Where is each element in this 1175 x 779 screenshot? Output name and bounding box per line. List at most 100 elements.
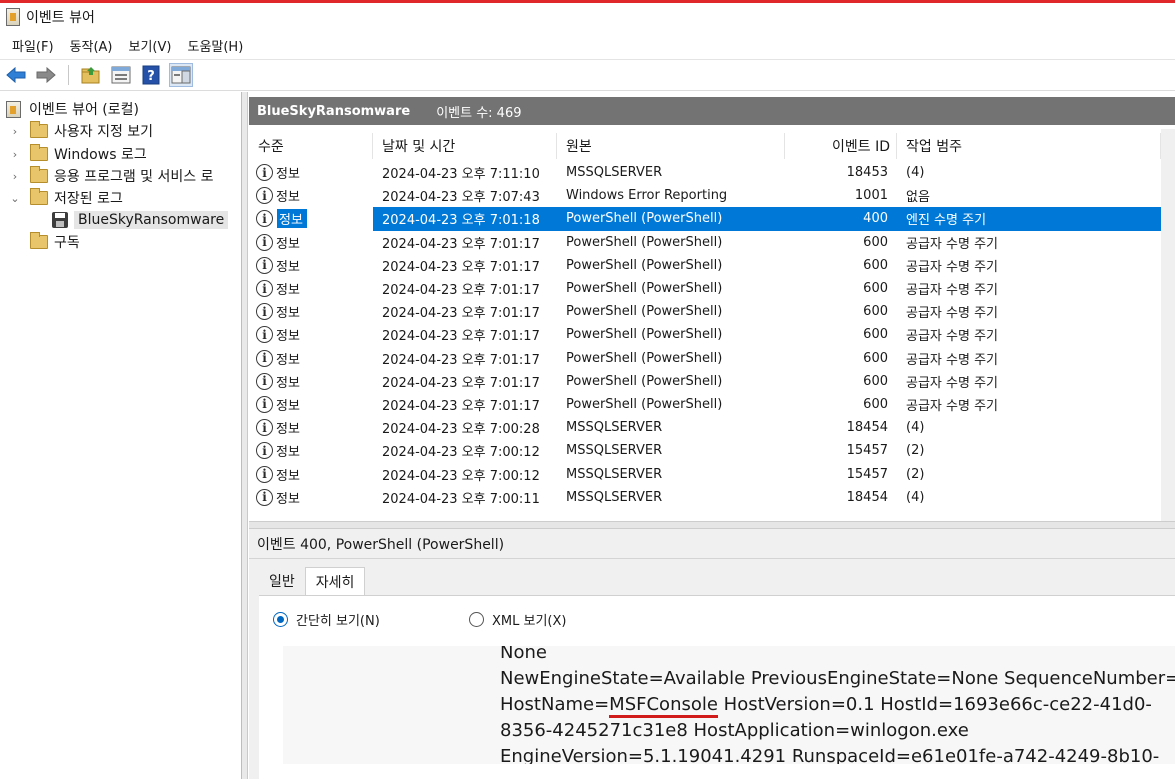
tree-item-apps-services[interactable]: › 응용 프로그램 및 서비스 로 [8,165,213,187]
event-level: 정보 [276,259,300,275]
column-header-source[interactable]: 원본 [557,133,785,159]
folder-icon [30,144,48,161]
tree-item-label: 사용자 지정 보기 [54,124,154,140]
event-row[interactable]: i 정보 2024-04-23 오후 7:11:10 MSSQLSERVER 18453… [249,161,1161,184]
host-version-text: HostVersion=0.1 HostId=1693e66c-ce22-41d… [717,694,1152,715]
tree-item-label: BlueSkyRansomware [74,211,229,229]
tab-general[interactable]: 일반 [259,567,305,595]
menu-help[interactable]: 도움말(H) [179,36,251,55]
event-level-cell: i정보 [249,439,373,462]
event-level-cell: i정보 [249,416,373,439]
event-id: 15457 [846,443,888,459]
event-id: 600 [863,304,888,320]
column-header-event-id[interactable]: 이벤트 ID [785,133,897,159]
help-icon[interactable]: ? [139,63,163,87]
event-level-cell: i정보 [249,300,373,323]
event-level: 정보 [276,283,300,299]
pane-splitter[interactable] [242,92,248,779]
tree-item-label: 저장된 로그 [54,191,123,207]
column-header-date[interactable]: 날짜 및 시간 [373,133,557,159]
window-title: 이벤트 뷰어 [26,10,95,26]
xml-view-radio[interactable] [469,612,484,627]
friendly-view-radio[interactable] [273,612,288,627]
tab-details[interactable]: 자세히 [304,567,366,595]
tree-item-saved-logs[interactable]: ⌄ 저장된 로그 [8,187,123,209]
event-source: PowerShell (PowerShell) [566,396,723,412]
event-row[interactable]: i 정보 2024-04-23 오후 7:01:17 PowerShell (Powe… [249,277,1161,300]
information-icon: i [256,326,273,344]
back-arrow-icon[interactable] [4,63,28,87]
properties-icon[interactable] [109,63,133,87]
event-row[interactable]: i 정보 2024-04-23 오후 7:01:17 PowerShell (Powe… [249,370,1161,393]
event-level: 정보 [276,306,300,322]
tree-item-custom-views[interactable]: › 사용자 지정 보기 [8,120,153,142]
event-category: (4) [906,165,925,181]
friendly-view-label: 간단히 보기(N) [296,614,380,629]
event-row[interactable]: i 정보 2024-04-23 오후 7:00:12 MSSQLSERVER 15457… [249,462,1161,485]
tree-root[interactable]: 이벤트 뷰어 (로컬) [6,98,139,120]
tree-item-bluesky-ransomware[interactable]: BlueSkyRansomware [52,209,229,231]
event-viewer-app-icon [6,8,20,26]
tree-item-windows-logs[interactable]: › Windows 로그 [8,143,147,165]
show-pane-icon[interactable] [169,63,193,87]
open-folder-icon[interactable] [79,63,103,87]
event-row[interactable]: i 정보 2024-04-23 오후 7:01:18 PowerShell (Powe… [249,207,1161,231]
event-id: 15457 [846,466,888,482]
event-row[interactable]: i 정보 2024-04-23 오후 7:01:17 PowerShell (Powe… [249,393,1161,416]
event-id: 600 [863,281,888,297]
details-tab-body: 간단히 보기(N) XML 보기(X) None NewEngineState=… [259,595,1175,779]
event-category: (4) [906,420,925,436]
menu-action[interactable]: 동작(A) [62,36,121,55]
event-row[interactable]: i 정보 2024-04-23 오후 7:07:43 Windows Error Re… [249,184,1161,207]
event-source: PowerShell (PowerShell) [566,234,723,250]
event-category: 공급자 수명 주기 [906,306,998,322]
event-count: 이벤트 수: 469 [436,105,522,121]
xml-view-option[interactable]: XML 보기(X) [469,610,566,629]
event-level-cell: i정보 [249,393,373,416]
event-level-cell: i정보 [249,254,373,277]
chevron-right-icon[interactable]: › [8,170,22,183]
toolbar: ? [0,59,1175,91]
forward-arrow-icon[interactable] [34,63,58,87]
chevron-down-icon[interactable]: ⌄ [8,192,22,205]
event-row[interactable]: i 정보 2024-04-23 오후 7:01:17 PowerShell (Powe… [249,231,1161,254]
chevron-right-icon[interactable]: › [8,125,22,138]
event-row[interactable]: i 정보 2024-04-23 오후 7:01:17 PowerShell (Powe… [249,323,1161,346]
chevron-right-icon[interactable]: › [8,148,22,161]
event-row[interactable]: i 정보 2024-04-23 오후 7:01:17 PowerShell (Powe… [249,300,1161,323]
tree-item-label: 구독 [54,235,80,251]
event-row[interactable]: i 정보 2024-04-23 오후 7:00:12 MSSQLSERVER 15457… [249,439,1161,462]
grid-clip [249,510,1175,521]
event-level: 정보 [276,398,300,414]
event-level: 정보 [276,468,300,484]
event-level: 정보 [276,445,300,461]
event-data-line: 8356-4245271c31e8 HostApplication=winlog… [500,720,969,741]
event-level-cell: i정보 [249,277,373,300]
column-header-level[interactable]: 수준 [249,133,373,159]
event-date: 2024-04-23 오후 7:01:17 [382,375,540,391]
event-id: 600 [863,327,888,343]
menu-file[interactable]: 파일(F) [4,36,62,55]
log-header: BlueSkyRansomware 이벤트 수: 469 [249,97,1175,125]
friendly-view-option[interactable]: 간단히 보기(N) [273,610,380,629]
event-row[interactable]: i 정보 2024-04-23 오후 7:00:28 MSSQLSERVER 18454… [249,416,1161,439]
event-date: 2024-04-23 오후 7:01:17 [382,306,540,322]
tree-item-subscriptions[interactable]: 구독 [22,231,80,253]
event-date: 2024-04-23 오후 7:01:17 [382,236,540,252]
event-source: MSSQLSERVER [566,466,663,482]
event-level: 정보 [276,375,300,391]
event-id: 600 [863,373,888,389]
event-category: 엔진 수명 주기 [906,213,987,229]
event-row[interactable]: i 정보 2024-04-23 오후 7:00:11 MSSQLSERVER 18454… [249,486,1161,509]
event-level-cell: i정보 [249,184,373,207]
hostname-value-highlight: MSFConsole [609,694,718,718]
vertical-scrollbar[interactable] [1161,129,1175,521]
information-icon: i [256,442,273,460]
event-date: 2024-04-23 오후 7:00:12 [382,445,540,461]
event-row[interactable]: i 정보 2024-04-23 오후 7:01:17 PowerShell (Powe… [249,254,1161,277]
toolbar-separator [68,65,69,85]
event-row[interactable]: i 정보 2024-04-23 오후 7:01:17 PowerShell (Powe… [249,347,1161,370]
menu-view[interactable]: 보기(V) [121,36,180,55]
column-header-category[interactable]: 작업 범주 [897,133,1161,159]
detail-splitter[interactable] [249,521,1175,529]
